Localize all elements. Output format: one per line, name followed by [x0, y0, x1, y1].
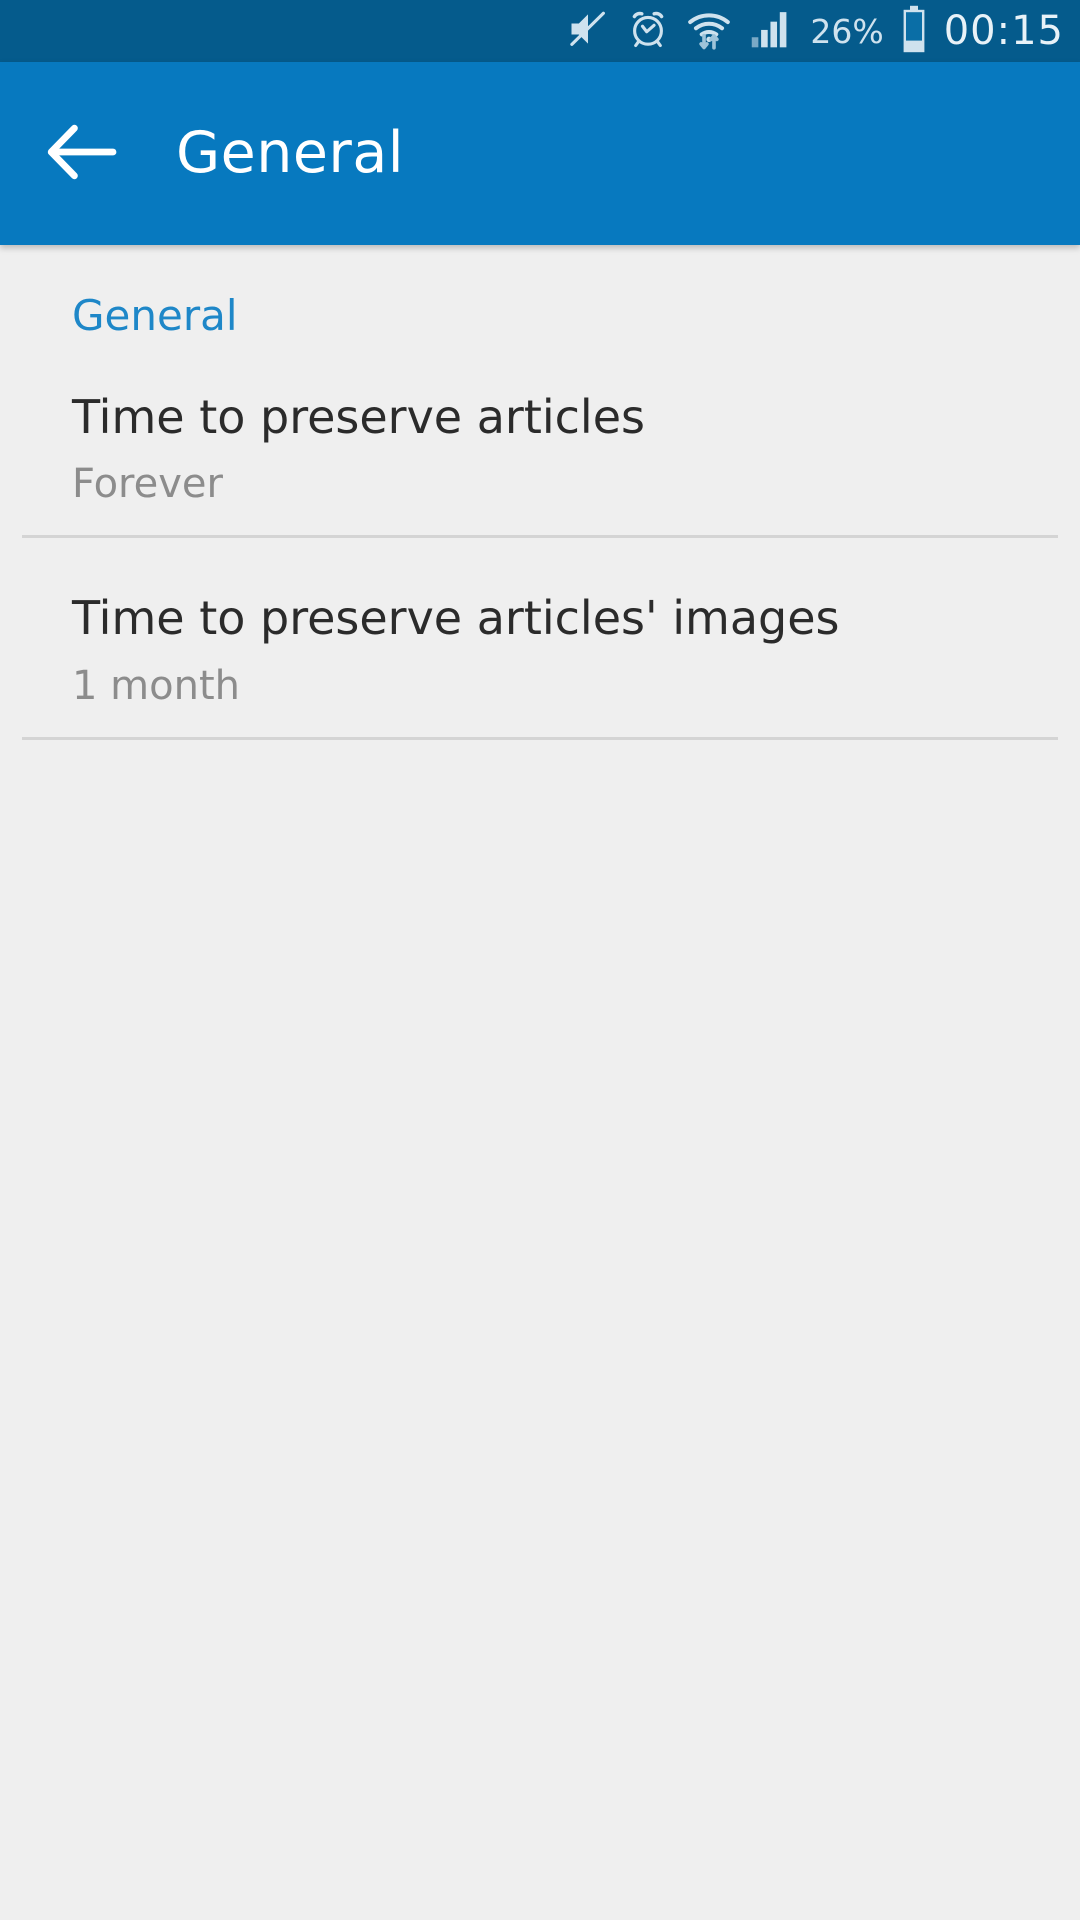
- setting-value: Forever: [72, 461, 223, 508]
- app-bar: General: [0, 62, 1080, 245]
- page-title: General: [176, 120, 405, 186]
- battery-percent-label: 26%: [810, 11, 884, 51]
- setting-time-to-preserve-articles[interactable]: Time to preserve articles Forever: [0, 337, 1080, 535]
- wifi-icon: [686, 6, 732, 56]
- status-bar-icons: 26%: [566, 5, 927, 57]
- alarm-clock-icon: [626, 7, 670, 55]
- setting-title: Time to preserve articles: [72, 390, 645, 444]
- setting-value: 1 month: [72, 662, 240, 709]
- status-bar-clock: 00:15: [943, 8, 1064, 54]
- settings-content: General Time to preserve articles Foreve…: [0, 245, 1080, 1920]
- battery-icon: [900, 5, 928, 57]
- status-bar: 26% 00:15: [0, 0, 1080, 62]
- list-divider: [22, 736, 1058, 740]
- mute-icon: [566, 7, 610, 55]
- section-header-general: General: [72, 291, 238, 340]
- arrow-left-icon: [46, 121, 118, 187]
- setting-time-to-preserve-articles-images[interactable]: Time to preserve articles' images 1 mont…: [0, 538, 1080, 736]
- setting-title: Time to preserve articles' images: [72, 591, 840, 646]
- cellular-signal-icon: [748, 7, 794, 55]
- back-button[interactable]: [30, 102, 134, 206]
